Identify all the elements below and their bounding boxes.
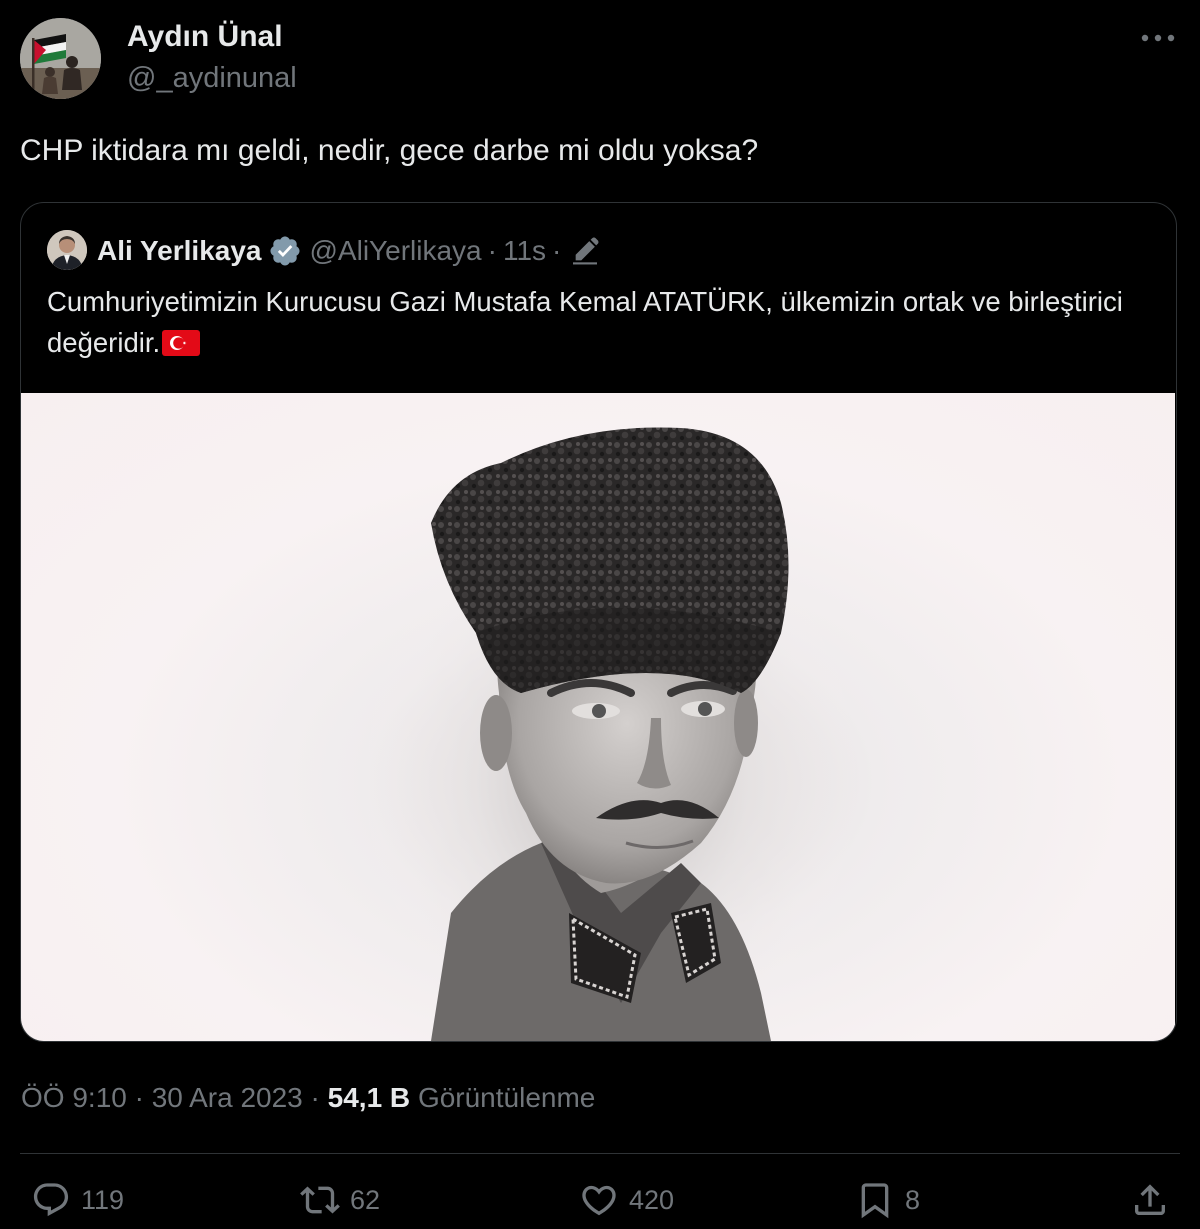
like-icon: [582, 1185, 616, 1216]
tweet-meta: ÖÖ 9:10 · 30 Ara 2023 · 54,1 B Görüntüle…: [21, 1082, 595, 1114]
quoted-tweet-card[interactable]: Ali Yerlikaya @AliYerlikaya · 11s · Cumh…: [20, 202, 1177, 1042]
quote-author-name: Ali Yerlikaya: [97, 235, 262, 266]
edit-icon: [573, 237, 599, 265]
tweet-text: CHP iktidara mı geldi, nedir, gece darbe…: [20, 134, 759, 167]
quote-text-body: Cumhuriyetimizin Kurucusu Gazi Mustafa K…: [47, 286, 1123, 358]
quote-media-image[interactable]: [21, 393, 1175, 1041]
author-avatar[interactable]: [20, 18, 101, 99]
verified-badge-icon: [269, 236, 300, 266]
reply-icon: [33, 1183, 69, 1217]
reply-button[interactable]: 119: [31, 1178, 124, 1222]
reply-count: 119: [81, 1184, 125, 1215]
author-name[interactable]: Aydın Ünal: [127, 20, 283, 54]
views-count: 54,1 B: [327, 1082, 411, 1113]
quote-separator: ·: [487, 235, 497, 266]
author-handle[interactable]: @_aydinunal: [127, 62, 297, 95]
meta-separator: ·: [134, 1082, 144, 1113]
bookmark-icon: [861, 1183, 889, 1219]
tweet-time[interactable]: ÖÖ 9:10: [21, 1082, 127, 1113]
quote-text: Cumhuriyetimizin Kurucusu Gazi Mustafa K…: [47, 281, 1152, 363]
retweet-icon: [300, 1186, 340, 1214]
quote-avatar: [47, 230, 87, 270]
divider: [20, 1153, 1180, 1154]
turkey-flag-emoji: [162, 330, 201, 356]
bookmark-count: 8: [905, 1184, 921, 1215]
share-icon: [1135, 1184, 1165, 1215]
tweet-date[interactable]: 30 Ara 2023: [152, 1082, 303, 1113]
quote-time: 11s: [502, 235, 547, 266]
bookmark-button[interactable]: 8: [855, 1178, 920, 1222]
share-button[interactable]: [1130, 1178, 1170, 1222]
views-label: Görüntülenme: [417, 1082, 596, 1113]
like-button[interactable]: 420: [579, 1178, 674, 1222]
quote-header: Ali Yerlikaya @AliYerlikaya · 11s ·: [97, 231, 601, 271]
more-icon: [1141, 34, 1175, 42]
quote-separator: ·: [552, 235, 562, 266]
more-button[interactable]: [1138, 22, 1178, 54]
retweet-count: 62: [350, 1184, 381, 1215]
quote-author-handle: @AliYerlikaya: [309, 235, 482, 266]
retweet-button[interactable]: 62: [300, 1178, 380, 1222]
like-count: 420: [629, 1184, 675, 1215]
meta-separator: ·: [310, 1082, 320, 1113]
